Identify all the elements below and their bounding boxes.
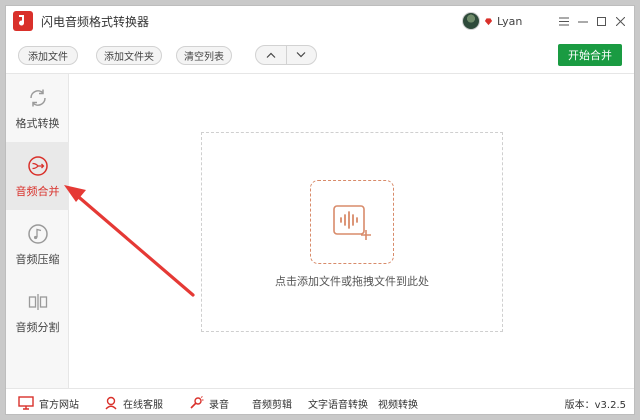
support-agent-icon — [104, 396, 118, 410]
avatar[interactable] — [462, 12, 480, 30]
record-label: 录音 — [209, 399, 229, 411]
sidebar-item-audio-split[interactable]: 音频分割 — [6, 278, 69, 346]
toolbar: 添加文件 添加文件夹 清空列表 开始合并 — [6, 36, 634, 74]
add-file-button[interactable]: 添加文件 — [18, 46, 78, 65]
clear-list-button[interactable]: 清空列表 — [176, 46, 232, 65]
username: Lyan — [497, 14, 523, 28]
support-link[interactable]: 在线客服 — [104, 389, 163, 414]
vip-badge-icon — [484, 17, 493, 26]
merge-icon — [26, 154, 50, 178]
maximize-button[interactable] — [592, 11, 611, 31]
record-link[interactable]: 录音 — [188, 389, 229, 414]
audio-add-icon — [333, 205, 371, 240]
support-label: 在线客服 — [123, 399, 163, 411]
website-label: 官方网站 — [39, 399, 79, 411]
main-area: 点击添加文件或拖拽文件到此处 — [69, 74, 634, 388]
sidebar-item-audio-compress[interactable]: 音频压缩 — [6, 210, 69, 278]
close-icon — [616, 16, 625, 26]
version-label: 版本：v3.2.5 — [564, 399, 626, 411]
refresh-icon — [26, 86, 50, 110]
website-link[interactable]: 官方网站 — [18, 389, 79, 414]
sidebar-item-format-convert[interactable]: 格式转换 — [6, 74, 69, 142]
move-up-button[interactable] — [256, 46, 286, 64]
app-title: 闪电音频格式转换器 — [41, 14, 150, 29]
sidebar-item-label: 格式转换 — [15, 116, 60, 130]
move-down-button[interactable] — [285, 46, 317, 64]
user-area[interactable]: Lyan — [462, 11, 522, 31]
status-bar: 官方网站 在线客服 录音 音频剪辑 文字语音转换 视频转换 版本：v3.2.5 — [6, 388, 634, 414]
window-controls — [554, 11, 630, 31]
start-merge-button[interactable]: 开始合并 — [558, 44, 622, 66]
tts-link[interactable]: 文字语音转换 — [308, 389, 368, 414]
app-window: 闪电音频格式转换器 Lyan 添加文件 添加文件夹 清空列表 开始合并 格式转换… — [5, 5, 635, 415]
minimize-button[interactable] — [573, 11, 592, 31]
app-logo-icon — [13, 11, 33, 31]
sidebar-item-label: 音频合并 — [15, 184, 60, 198]
music-note-icon — [26, 222, 50, 246]
sidebar-item-label: 音频压缩 — [15, 252, 60, 266]
maximize-icon — [597, 16, 606, 26]
menu-icon — [558, 17, 569, 25]
minimize-icon — [577, 21, 588, 22]
split-icon — [26, 290, 50, 314]
dropzone-hint: 点击添加文件或拖拽文件到此处 — [275, 275, 429, 288]
add-audio-button[interactable] — [310, 180, 394, 264]
file-dropzone[interactable]: 点击添加文件或拖拽文件到此处 — [201, 132, 503, 332]
microphone-icon — [188, 396, 204, 410]
title-bar: 闪电音频格式转换器 Lyan — [6, 6, 634, 36]
close-button[interactable] — [611, 11, 630, 31]
chevron-up-icon — [266, 52, 276, 58]
chevron-down-icon — [296, 52, 306, 58]
sidebar-item-audio-merge[interactable]: 音频合并 — [6, 142, 69, 210]
move-buttons — [255, 45, 317, 65]
add-folder-button[interactable]: 添加文件夹 — [96, 46, 162, 65]
video-convert-link[interactable]: 视频转换 — [378, 389, 418, 414]
menu-button[interactable] — [554, 11, 573, 31]
audio-edit-link[interactable]: 音频剪辑 — [252, 389, 292, 414]
monitor-icon — [18, 396, 34, 410]
sidebar-item-label: 音频分割 — [15, 320, 60, 334]
sidebar: 格式转换 音频合并 音频压缩 音频分割 — [6, 74, 69, 388]
